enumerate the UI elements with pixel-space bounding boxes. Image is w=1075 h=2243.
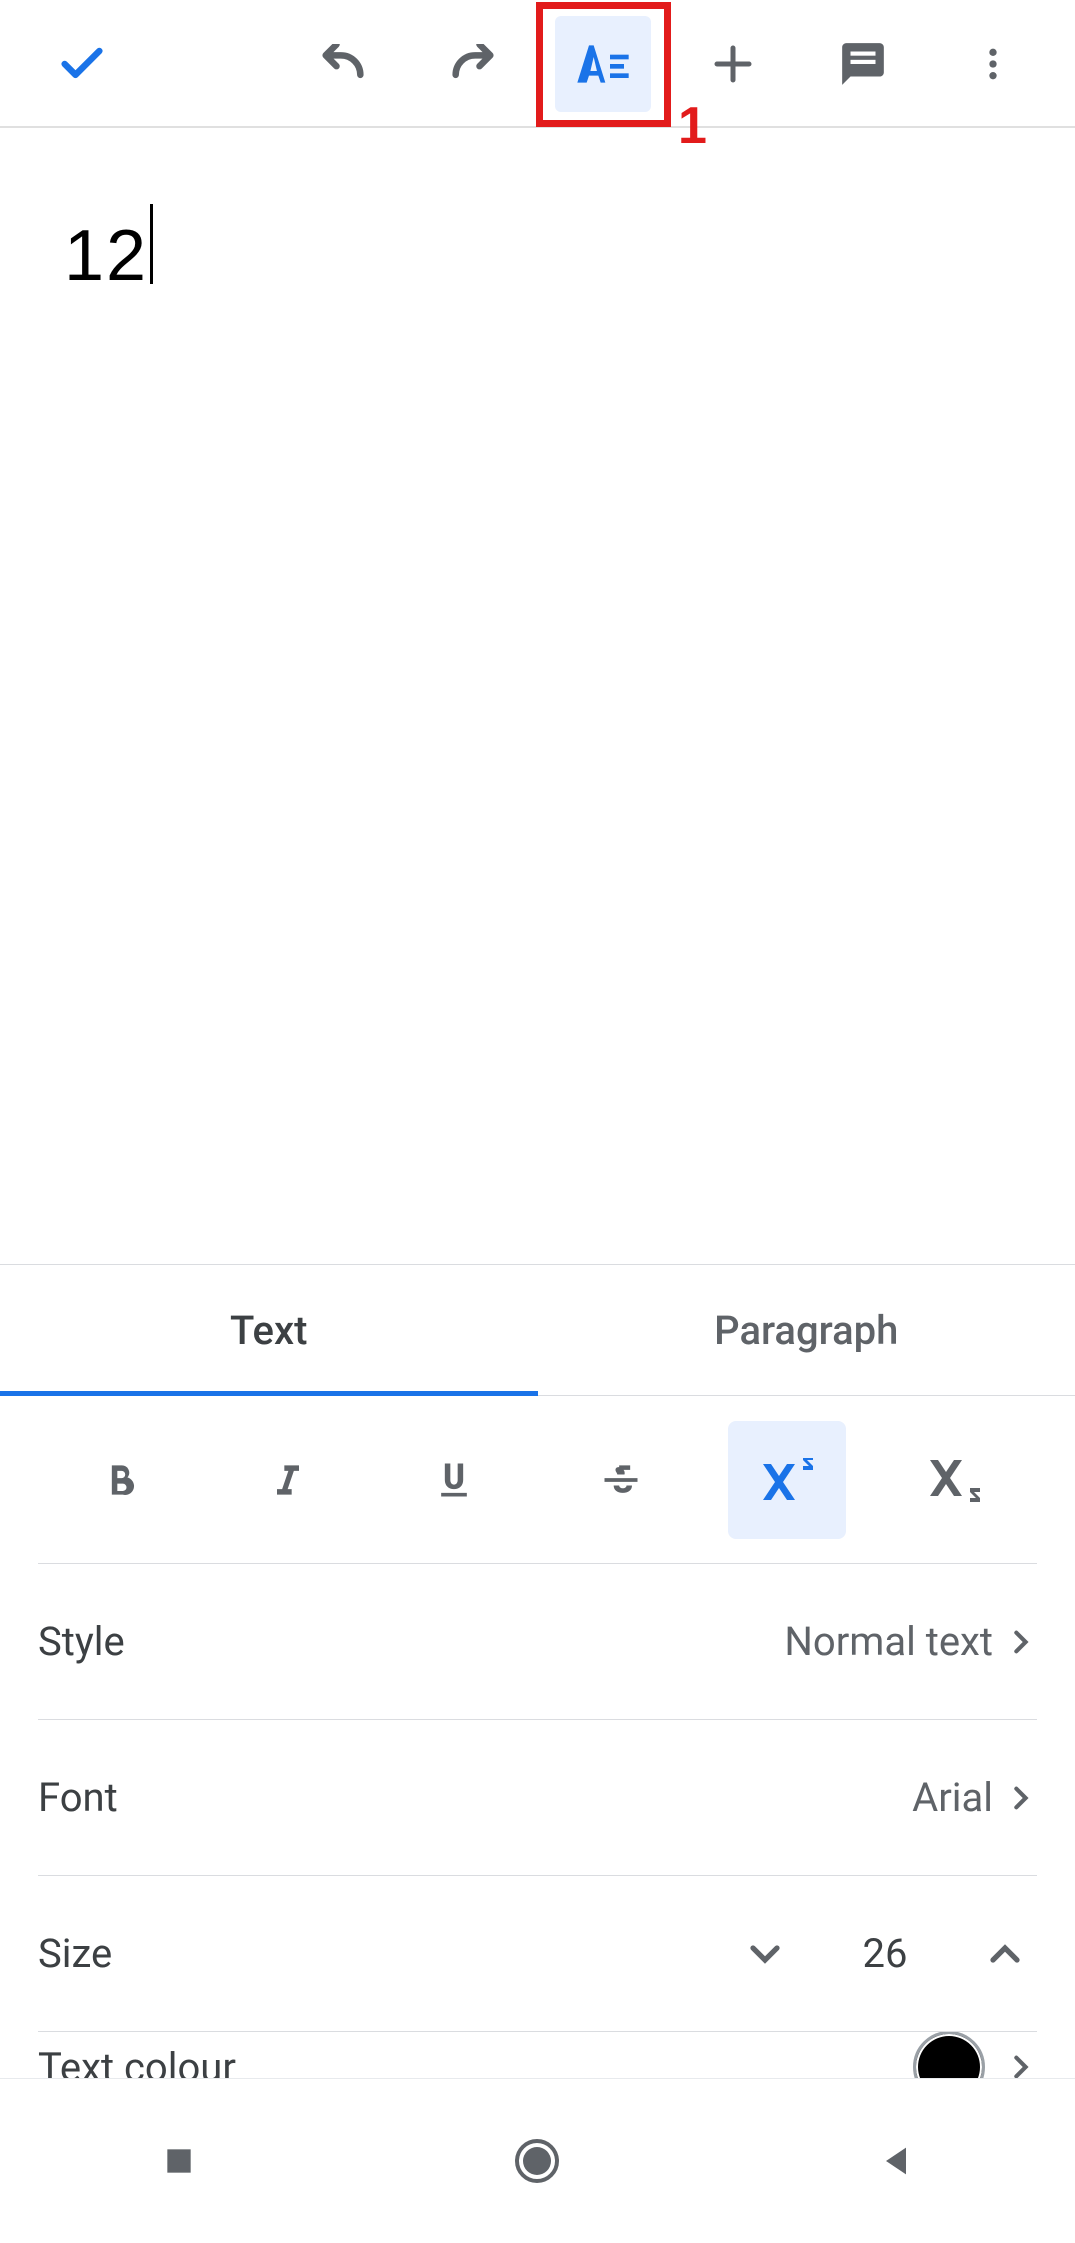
plus-icon <box>709 40 757 88</box>
subscript-icon <box>926 1458 982 1502</box>
system-nav-bar <box>0 2078 1075 2243</box>
italic-button[interactable] <box>229 1421 347 1539</box>
chevron-right-icon <box>1005 1782 1037 1814</box>
top-toolbar <box>0 0 1075 128</box>
superscript-icon <box>759 1458 815 1502</box>
underline-icon <box>432 1458 476 1502</box>
size-value: 26 <box>845 1930 925 1977</box>
check-icon <box>56 38 108 90</box>
tab-text-label: Text <box>230 1307 307 1354</box>
font-value: Arial <box>912 1774 993 1821</box>
undo-button[interactable] <box>295 16 391 112</box>
italic-icon <box>266 1458 310 1502</box>
undo-icon <box>317 44 369 84</box>
nav-recent-button[interactable] <box>119 2101 239 2221</box>
bold-button[interactable] <box>62 1421 180 1539</box>
chevron-up-icon <box>987 1936 1023 1972</box>
nav-back-button[interactable] <box>836 2101 956 2221</box>
tab-text[interactable]: Text <box>0 1265 538 1396</box>
redo-button[interactable] <box>425 16 521 112</box>
nav-home-button[interactable] <box>477 2101 597 2221</box>
style-value: Normal text <box>784 1618 993 1665</box>
subscript-button[interactable] <box>895 1421 1013 1539</box>
size-increase-button[interactable] <box>973 1922 1037 1986</box>
font-row[interactable]: Font Arial <box>38 1720 1037 1876</box>
triangle-left-icon <box>876 2141 916 2181</box>
strikethrough-icon <box>599 1458 643 1502</box>
strikethrough-button[interactable] <box>562 1421 680 1539</box>
document-text: 12 <box>64 216 148 296</box>
style-row[interactable]: Style Normal text <box>38 1564 1037 1720</box>
tab-paragraph-label: Paragraph <box>714 1307 898 1354</box>
underline-button[interactable] <box>395 1421 513 1539</box>
font-label: Font <box>38 1774 912 1821</box>
chevron-down-icon <box>747 1936 783 1972</box>
size-decrease-button[interactable] <box>733 1922 797 1986</box>
size-row: Size 26 <box>38 1876 1037 2032</box>
square-icon <box>159 2141 199 2181</box>
document-editor[interactable]: 12 <box>0 128 1075 1259</box>
panel-tabs: Text Paragraph <box>0 1265 1075 1396</box>
tab-paragraph[interactable]: Paragraph <box>538 1265 1075 1396</box>
active-tab-indicator <box>0 1391 538 1396</box>
bold-icon <box>99 1458 143 1502</box>
superscript-button[interactable] <box>728 1421 846 1539</box>
format-panel: Text Paragraph <box>0 1265 1075 2078</box>
text-cursor <box>150 204 153 284</box>
redo-icon <box>447 44 499 84</box>
text-format-icon <box>575 36 631 92</box>
size-label: Size <box>38 1930 733 1977</box>
comment-button[interactable] <box>815 16 911 112</box>
format-buttons-row <box>38 1396 1037 1564</box>
text-settings-list: Style Normal text Font Arial Size 26 <box>38 1564 1037 2102</box>
comment-icon <box>838 39 888 89</box>
circle-icon <box>513 2137 561 2185</box>
style-label: Style <box>38 1618 784 1665</box>
chevron-right-icon <box>1005 1626 1037 1658</box>
more-button[interactable] <box>945 16 1041 112</box>
more-vert-icon <box>973 44 1013 84</box>
text-format-button[interactable] <box>555 16 651 112</box>
annotation-label-1: 1 <box>678 96 707 156</box>
done-button[interactable] <box>34 16 130 112</box>
